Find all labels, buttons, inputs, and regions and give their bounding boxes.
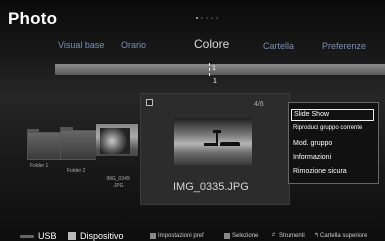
- usb-label: USB: [38, 231, 57, 241]
- key-hint-preferences: Impostazioni pref: [158, 233, 204, 239]
- timeline-bar[interactable]: [55, 64, 385, 75]
- photo-thumbnail-label: IMG_0349 .JPG: [106, 176, 130, 189]
- tab-preferenze[interactable]: Preferenze: [322, 41, 366, 51]
- return-icon: ↰: [314, 233, 320, 239]
- key-hint-parent-folder: Cartella superiore: [320, 233, 368, 239]
- key-hint-select: Selezione: [232, 233, 259, 239]
- page-dot: [196, 17, 198, 19]
- page-indicator: [196, 17, 218, 19]
- timeline-marker: [209, 63, 211, 76]
- tab-visual-base[interactable]: Visual base: [58, 40, 104, 50]
- tab-cartella[interactable]: Cartella: [263, 41, 294, 51]
- menu-item-slide-show[interactable]: Slide Show: [291, 109, 374, 121]
- folder-label: Folder 2: [67, 168, 86, 174]
- page-dot: [211, 17, 213, 19]
- page-dot: [201, 17, 203, 19]
- menu-item-play-current-group[interactable]: Riproduci gruppo corrente: [293, 125, 362, 131]
- tab-orario[interactable]: Orario: [121, 40, 146, 50]
- page-dot: [216, 17, 218, 19]
- timeline-position-label: 1: [213, 78, 217, 85]
- tab-colore[interactable]: Colore: [194, 37, 229, 51]
- preview-filename: IMG_0335.JPG: [173, 181, 249, 193]
- menu-item-edit-group[interactable]: Mod. gruppo: [293, 140, 332, 147]
- timeline-marker-label: 1: [212, 65, 216, 72]
- view-tabs: Visual base Orario Colore Cartella Prefe…: [0, 37, 385, 60]
- square-key-icon: [224, 233, 230, 239]
- key-hint-tools: Strumenti: [279, 233, 305, 239]
- photo-browser-screen: Photo Visual base Orario Colore Cartella…: [0, 0, 385, 241]
- square-key-icon: [150, 233, 156, 239]
- tools-icon: ♬: [271, 232, 277, 238]
- usb-icon: [20, 235, 34, 238]
- checkbox-icon[interactable]: [146, 99, 153, 106]
- folder-label: Folder 1: [30, 163, 49, 169]
- tools-menu: Slide Show Riproduci gruppo corrente Mod…: [288, 102, 379, 184]
- device-label: Dispositivo: [80, 231, 124, 241]
- menu-item-safe-remove[interactable]: Rimozione sicura: [293, 168, 347, 175]
- photo-thumbnail[interactable]: [96, 124, 138, 166]
- photo-count: 4/6: [254, 101, 264, 108]
- device-icon: [68, 232, 76, 240]
- folder-icon[interactable]: [60, 127, 98, 160]
- page-title: Photo: [8, 9, 58, 28]
- preview-image: [174, 118, 252, 165]
- menu-item-information[interactable]: Informazioni: [293, 154, 331, 161]
- page-dot: [206, 17, 208, 19]
- folder-icon[interactable]: [27, 129, 61, 160]
